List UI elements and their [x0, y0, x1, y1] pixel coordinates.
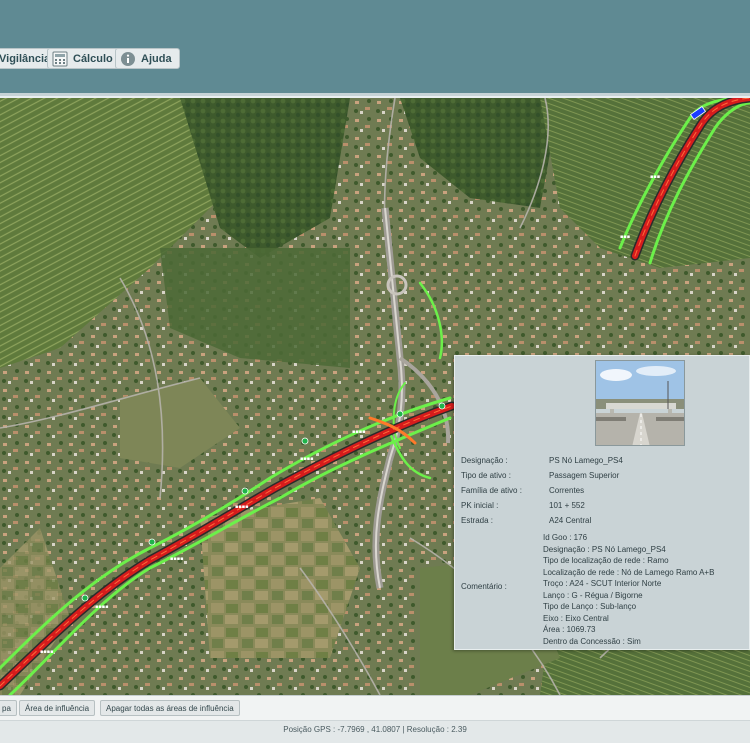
apagar-areas-button[interactable]: Apagar todas as áreas de influência [100, 700, 240, 716]
calculator-icon [52, 51, 68, 67]
toolbar-ajuda-label: Ajuda [141, 52, 172, 65]
comment-line: Tipo de Lanço : Sub-lanço [543, 602, 637, 611]
comment-line: Dentro da Concessão : Sim [543, 636, 641, 646]
comment-lines: Id Goo : 176 Designação : PS Nó Lamego_P… [543, 532, 714, 647]
svg-text:▪▪▪▪: ▪▪▪▪ [300, 456, 314, 462]
svg-text:▪▪▪▪: ▪▪▪▪ [40, 649, 54, 655]
info-value: Correntes [549, 486, 585, 495]
comment-line: Id Goo : 176 [543, 533, 588, 542]
info-value: A24 Central [549, 516, 592, 525]
map-tool-button[interactable]: pa [0, 700, 17, 716]
comment-line: Lanço : G - Régua / Bigorne [543, 590, 643, 600]
toolbar-calculo-label: Cálculo [73, 52, 113, 65]
toolbar-calculo-button[interactable]: Cálculo [47, 48, 121, 69]
area-influencia-button[interactable]: Área de influência [19, 700, 96, 716]
satellite-map[interactable]: ▪▪▪▪ ▪▪▪▪ ▪▪▪▪ ▪▪▪▪ ▪▪▪▪ ▪▪▪▪ ▪▪▪ ▪▪▪ De… [0, 98, 750, 695]
toolbar-vigilancia-label: Vigilância [0, 52, 51, 65]
svg-text:▪▪▪▪: ▪▪▪▪ [235, 504, 249, 510]
info-label: PK inicial : [461, 501, 499, 510]
app-header: Vigilância Cálculo Ajuda [0, 0, 750, 96]
comment-line: Eixo : Eixo Central [543, 613, 609, 623]
info-label: Comentário : [461, 582, 507, 591]
info-label: Estrada : [461, 516, 494, 525]
svg-text:▪▪▪: ▪▪▪ [620, 234, 630, 240]
comment-line: Tipo de localização de rede : Ramo [543, 556, 669, 565]
svg-text:▪▪▪▪: ▪▪▪▪ [170, 556, 184, 562]
svg-text:▪▪▪: ▪▪▪ [650, 174, 660, 180]
comment-line: Área : 1069.73 [543, 625, 596, 634]
info-icon [120, 51, 136, 67]
info-value: PS Nó Lamego_PS4 [549, 456, 623, 465]
svg-text:▪▪▪▪: ▪▪▪▪ [95, 604, 109, 610]
info-label: Designação : [461, 456, 508, 465]
status-bar: Posição GPS : -7.7969 , 41.0807 | Resolu… [0, 720, 750, 743]
svg-text:▪▪▪▪: ▪▪▪▪ [352, 429, 366, 435]
comment-line: Localização de rede : Nó de Lamego Ramo … [543, 567, 715, 577]
toolbar-ajuda-button[interactable]: Ajuda [115, 48, 180, 69]
comment-line: Designação : PS Nó Lamego_PS4 [543, 544, 666, 554]
asset-photo[interactable] [595, 360, 685, 446]
info-label: Tipo de ativo : [461, 471, 511, 480]
info-value: Passagem Superior [549, 471, 620, 480]
info-label: Família de ativo : [461, 486, 522, 495]
info-value: 101 + 552 [549, 501, 585, 510]
comment-line: Troço : A24 - SCUT Interior Norte [543, 579, 662, 588]
asset-info-panel: Designação : PS Nó Lamego_PS4 Tipo de at… [454, 355, 750, 650]
